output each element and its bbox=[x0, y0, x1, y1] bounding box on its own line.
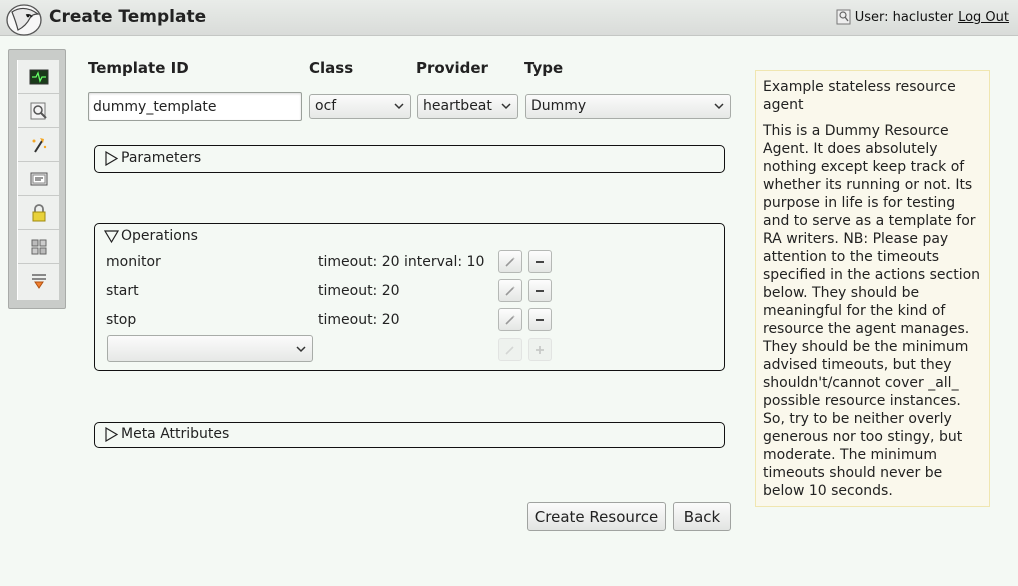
operation-params: timeout: 20 bbox=[318, 312, 400, 328]
minus-icon bbox=[536, 318, 544, 321]
remove-operation-button[interactable] bbox=[528, 308, 552, 331]
template-id-label: Template ID bbox=[88, 59, 189, 77]
monitor-icon bbox=[29, 69, 49, 84]
remove-operation-button[interactable] bbox=[528, 250, 552, 273]
help-panel: Example stateless resource agent This is… bbox=[755, 70, 990, 507]
template-id-input[interactable] bbox=[88, 92, 302, 121]
page-title: Create Template bbox=[49, 7, 207, 27]
sidebar-item-monitor[interactable] bbox=[18, 60, 60, 94]
user-icon bbox=[836, 9, 851, 25]
parameters-section: Parameters bbox=[94, 145, 725, 173]
chevron-down-icon bbox=[394, 103, 404, 110]
provider-select-value: heartbeat bbox=[423, 98, 492, 114]
edit-operation-button[interactable] bbox=[498, 279, 522, 302]
filter-icon bbox=[32, 274, 46, 289]
user-info: User: hacluster Log Out bbox=[836, 9, 1009, 25]
operation-row: start timeout: 20 bbox=[106, 279, 716, 305]
plus-icon bbox=[536, 345, 544, 354]
help-summary: Example stateless resource agent bbox=[763, 79, 956, 113]
wand-icon bbox=[32, 137, 47, 153]
new-operation-select[interactable] bbox=[107, 335, 313, 362]
sidebar-item-search[interactable] bbox=[18, 94, 60, 128]
class-label: Class bbox=[309, 59, 354, 77]
edit-operation-button[interactable] bbox=[498, 308, 522, 331]
operation-params: timeout: 20 interval: 10 bbox=[318, 254, 485, 270]
operation-row: monitor timeout: 20 interval: 10 bbox=[106, 250, 716, 276]
pencil-icon bbox=[505, 256, 515, 267]
minus-icon bbox=[536, 260, 544, 263]
puzzle-icon bbox=[31, 239, 47, 254]
remove-operation-button[interactable] bbox=[528, 279, 552, 302]
type-label: Type bbox=[524, 59, 564, 77]
parameters-toggle[interactable]: Parameters bbox=[104, 150, 201, 166]
class-select-value: ocf bbox=[315, 98, 337, 114]
sidebar-item-dashboard[interactable] bbox=[18, 230, 60, 264]
chevron-down-icon bbox=[296, 346, 306, 353]
operations-label: Operations bbox=[121, 228, 198, 244]
pencil-icon bbox=[505, 285, 515, 296]
type-select[interactable]: Dummy bbox=[525, 94, 731, 119]
operation-name: stop bbox=[106, 312, 137, 328]
pencil-icon bbox=[505, 345, 514, 355]
create-resource-button[interactable]: Create Resource bbox=[527, 502, 666, 531]
sidebar-toolbar bbox=[17, 60, 60, 300]
logout-link[interactable]: Log Out bbox=[958, 10, 1009, 25]
triangle-right-icon bbox=[105, 426, 119, 442]
provider-label: Provider bbox=[416, 59, 488, 77]
app-header: Create Template User: hacluster Log Out bbox=[0, 0, 1018, 36]
edit-operation-button[interactable] bbox=[498, 250, 522, 273]
sidebar-item-access-control[interactable] bbox=[18, 196, 60, 230]
type-select-value: Dummy bbox=[531, 98, 587, 114]
chevron-down-icon bbox=[501, 103, 511, 110]
sidebar-item-wizard[interactable] bbox=[18, 128, 60, 162]
sidebar bbox=[8, 49, 66, 309]
hawk-logo-icon bbox=[6, 4, 42, 36]
triangle-right-icon bbox=[105, 150, 119, 166]
add-operation-button[interactable] bbox=[528, 338, 552, 361]
operation-row: stop timeout: 20 bbox=[106, 308, 716, 334]
operation-name: start bbox=[106, 283, 139, 299]
user-label: User: hacluster bbox=[854, 9, 954, 25]
minus-icon bbox=[536, 289, 544, 292]
pencil-icon bbox=[505, 314, 515, 325]
sidebar-item-templates[interactable] bbox=[18, 162, 60, 196]
triangle-down-icon bbox=[104, 229, 119, 243]
edit-new-operation-button[interactable] bbox=[498, 338, 522, 361]
back-button[interactable]: Back bbox=[673, 502, 731, 531]
sidebar-item-history[interactable] bbox=[18, 264, 60, 298]
meta-attributes-section: Meta Attributes bbox=[94, 422, 725, 448]
operations-toggle[interactable]: Operations bbox=[104, 228, 198, 244]
lock-icon bbox=[32, 203, 46, 221]
operation-params: timeout: 20 bbox=[318, 283, 400, 299]
meta-attributes-label: Meta Attributes bbox=[121, 426, 230, 442]
parameters-label: Parameters bbox=[121, 150, 202, 166]
help-description: This is a Dummy Resource Agent. It does … bbox=[763, 123, 981, 499]
magnifier-icon bbox=[30, 102, 47, 119]
provider-select[interactable]: heartbeat bbox=[417, 94, 518, 119]
operation-name: monitor bbox=[106, 254, 161, 270]
meta-attributes-toggle[interactable]: Meta Attributes bbox=[104, 426, 229, 442]
class-select[interactable]: ocf bbox=[309, 94, 411, 119]
ticket-icon bbox=[30, 172, 48, 185]
chevron-down-icon bbox=[714, 103, 724, 110]
